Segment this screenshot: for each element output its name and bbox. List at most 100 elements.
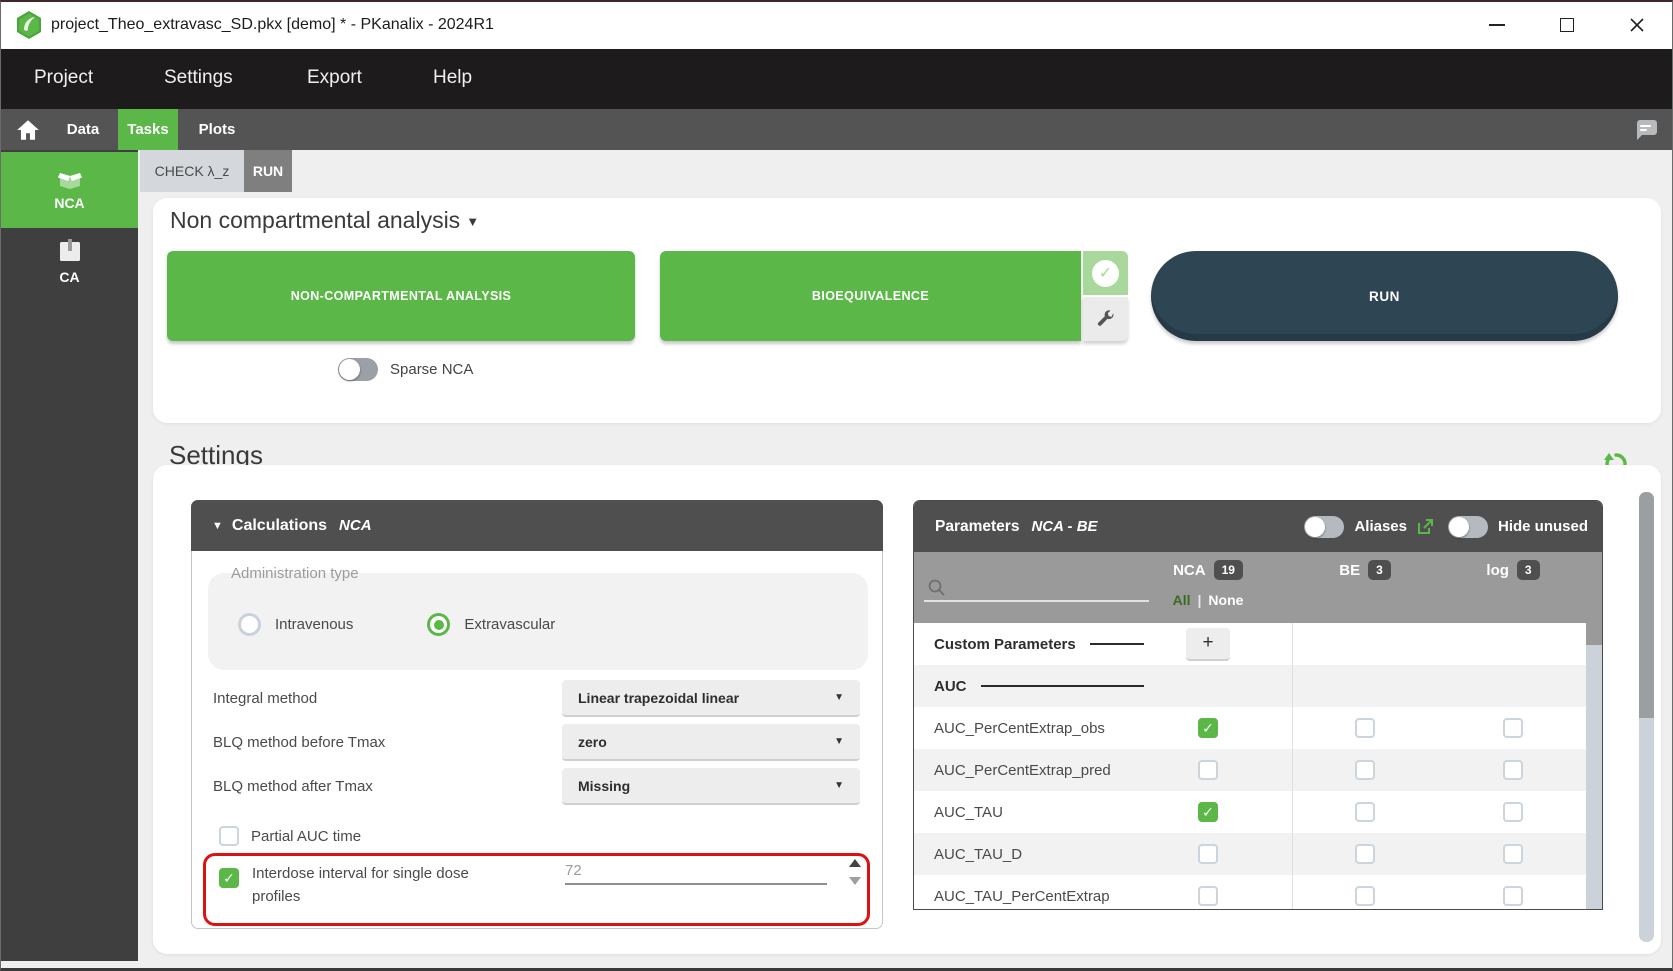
menu-help[interactable]: Help	[433, 67, 472, 89]
param-row: AUC_PerCentExtrap_pred	[914, 749, 1587, 791]
blq-before-tmax-select[interactable]: zero ▼	[562, 724, 860, 761]
param-name: AUC_TAU_PerCentExtrap	[934, 875, 1110, 910]
scrollbar-thumb[interactable]	[1639, 492, 1654, 718]
calculations-panel: ▼ Calculations NCA Administration type I…	[191, 500, 883, 929]
bioequivalence-enabled-badge[interactable]: ✓	[1083, 251, 1128, 295]
param-section-row: AUC	[914, 665, 1587, 707]
nca-checkbox[interactable]	[1198, 760, 1218, 780]
section-label: AUC	[934, 665, 1144, 707]
blq-before-tmax-label: BLQ method before Tmax	[213, 734, 385, 751]
aliases-toggle[interactable]	[1304, 516, 1344, 538]
select-all-link[interactable]: All	[1173, 592, 1191, 608]
log-checkbox[interactable]	[1503, 718, 1523, 738]
blq-after-tmax-label: BLQ method after Tmax	[213, 778, 373, 795]
calculations-header[interactable]: ▼ Calculations NCA	[191, 500, 883, 551]
tab-data[interactable]: Data	[51, 109, 115, 150]
collapse-caret-icon: ▼	[212, 520, 223, 532]
wrench-icon	[1096, 309, 1116, 329]
tab-tasks[interactable]: Tasks	[118, 109, 178, 150]
non-compartmental-analysis-button[interactable]: NON-COMPARTMENTAL ANALYSIS	[167, 251, 635, 341]
section-line	[981, 685, 1145, 688]
search-input[interactable]	[924, 580, 1149, 602]
window-title: project_Theo_extravasc_SD.pkx [demo] * -…	[51, 16, 494, 34]
interdose-interval-stepper	[849, 857, 863, 891]
settings-scrollbar[interactable]	[1639, 492, 1654, 942]
nca-count-badge: 19	[1214, 560, 1243, 580]
nca-checkbox[interactable]	[1198, 886, 1218, 906]
hide-unused-label: Hide unused	[1498, 518, 1588, 535]
close-button[interactable]	[1620, 10, 1654, 40]
param-row: AUC_TAU✓	[914, 791, 1587, 833]
column-divider	[1292, 623, 1293, 909]
menu-settings[interactable]: Settings	[164, 67, 233, 89]
be-checkbox[interactable]	[1355, 844, 1375, 864]
menu-project[interactable]: Project	[34, 67, 93, 89]
sidebar-item-ca[interactable]: CA	[1, 228, 138, 298]
stepper-down-icon[interactable]	[849, 877, 861, 885]
open-box-icon	[54, 164, 86, 190]
maximize-button[interactable]	[1550, 10, 1584, 40]
scrollbar-thumb[interactable]	[1586, 623, 1602, 645]
section-title[interactable]: Non compartmental analysis▼	[170, 207, 479, 234]
subtab-check-lambda-z[interactable]: CHECK λ_z	[140, 150, 244, 192]
log-checkbox[interactable]	[1503, 802, 1523, 822]
param-rows: Custom Parameters + AUCAUC_PerCentExtrap_o…	[914, 623, 1587, 910]
column-header-log: log 3	[1453, 560, 1573, 580]
param-name: AUC_PerCentExtrap_obs	[934, 707, 1105, 749]
be-checkbox[interactable]	[1355, 802, 1375, 822]
nca-checkbox[interactable]: ✓	[1198, 802, 1218, 822]
log-checkbox[interactable]	[1503, 760, 1523, 780]
app-logo-icon	[15, 10, 43, 40]
run-button[interactable]: RUN	[1151, 251, 1618, 341]
be-checkbox[interactable]	[1355, 760, 1375, 780]
be-checkbox[interactable]	[1355, 886, 1375, 906]
parameters-subheader: NCA 19 BE 3 log 3 All | None	[914, 552, 1602, 623]
app-window: project_Theo_extravasc_SD.pkx [demo] * -…	[0, 0, 1673, 971]
extravascular-radio[interactable]	[427, 613, 450, 636]
chevron-down-icon: ▼	[834, 780, 844, 791]
home-icon[interactable]	[15, 117, 41, 143]
bioequivalence-settings-button[interactable]	[1083, 297, 1128, 341]
menu-export[interactable]: Export	[307, 67, 362, 89]
toggle-knob	[1449, 517, 1469, 537]
subtab-run[interactable]: RUN	[244, 150, 292, 192]
interdose-interval-input[interactable]	[565, 862, 827, 885]
hide-unused-toggle[interactable]	[1448, 516, 1488, 538]
external-link-icon[interactable]	[1417, 518, 1434, 535]
sparse-nca-toggle[interactable]	[338, 358, 378, 381]
sidebar-item-nca[interactable]: NCA	[1, 152, 138, 228]
closed-box-icon	[56, 238, 84, 264]
toggle-knob	[339, 359, 360, 380]
nca-checkbox[interactable]	[1198, 844, 1218, 864]
chevron-down-icon: ▼	[834, 692, 844, 703]
interdose-interval-checkbox[interactable]: ✓	[219, 868, 239, 888]
nca-checkbox[interactable]: ✓	[1198, 718, 1218, 738]
nav-bar: Data Tasks Plots	[1, 109, 1672, 150]
intravenous-radio[interactable]	[238, 613, 261, 636]
stepper-up-icon[interactable]	[849, 859, 861, 867]
integral-method-select[interactable]: Linear trapezoidal linear ▼	[562, 680, 860, 717]
extravascular-label: Extravascular	[464, 616, 555, 633]
partial-auc-checkbox[interactable]	[219, 826, 239, 846]
tab-plots[interactable]: Plots	[185, 109, 249, 150]
parameters-scrollbar[interactable]	[1586, 623, 1602, 909]
param-row: AUC_PerCentExtrap_obs ✓	[914, 707, 1587, 749]
param-section-row: Custom Parameters +	[914, 623, 1587, 665]
title-bar: project_Theo_extravasc_SD.pkx [demo] * -…	[1, 2, 1672, 49]
param-row: AUC_TAU_PerCentExtrap	[914, 875, 1587, 910]
minimize-button[interactable]	[1480, 10, 1514, 40]
be-checkbox[interactable]	[1355, 718, 1375, 738]
close-icon	[1629, 17, 1645, 33]
menu-bar: Project Settings Export Help	[1, 49, 1672, 109]
section-label: Custom Parameters	[934, 623, 1144, 665]
log-checkbox[interactable]	[1503, 886, 1523, 906]
add-custom-parameter-button[interactable]: +	[1186, 628, 1230, 661]
bioequivalence-side-controls: ✓	[1083, 251, 1128, 341]
bioequivalence-button[interactable]: BIOEQUIVALENCE	[660, 251, 1081, 341]
log-count-badge: 3	[1517, 560, 1540, 580]
select-none-link[interactable]: None	[1208, 592, 1243, 608]
blq-after-tmax-select[interactable]: Missing ▼	[562, 768, 860, 805]
comment-bubble-icon[interactable]	[1633, 117, 1658, 142]
log-checkbox[interactable]	[1503, 844, 1523, 864]
parameters-panel: Parameters NCA - BE Aliases Hide unused	[913, 500, 1603, 910]
